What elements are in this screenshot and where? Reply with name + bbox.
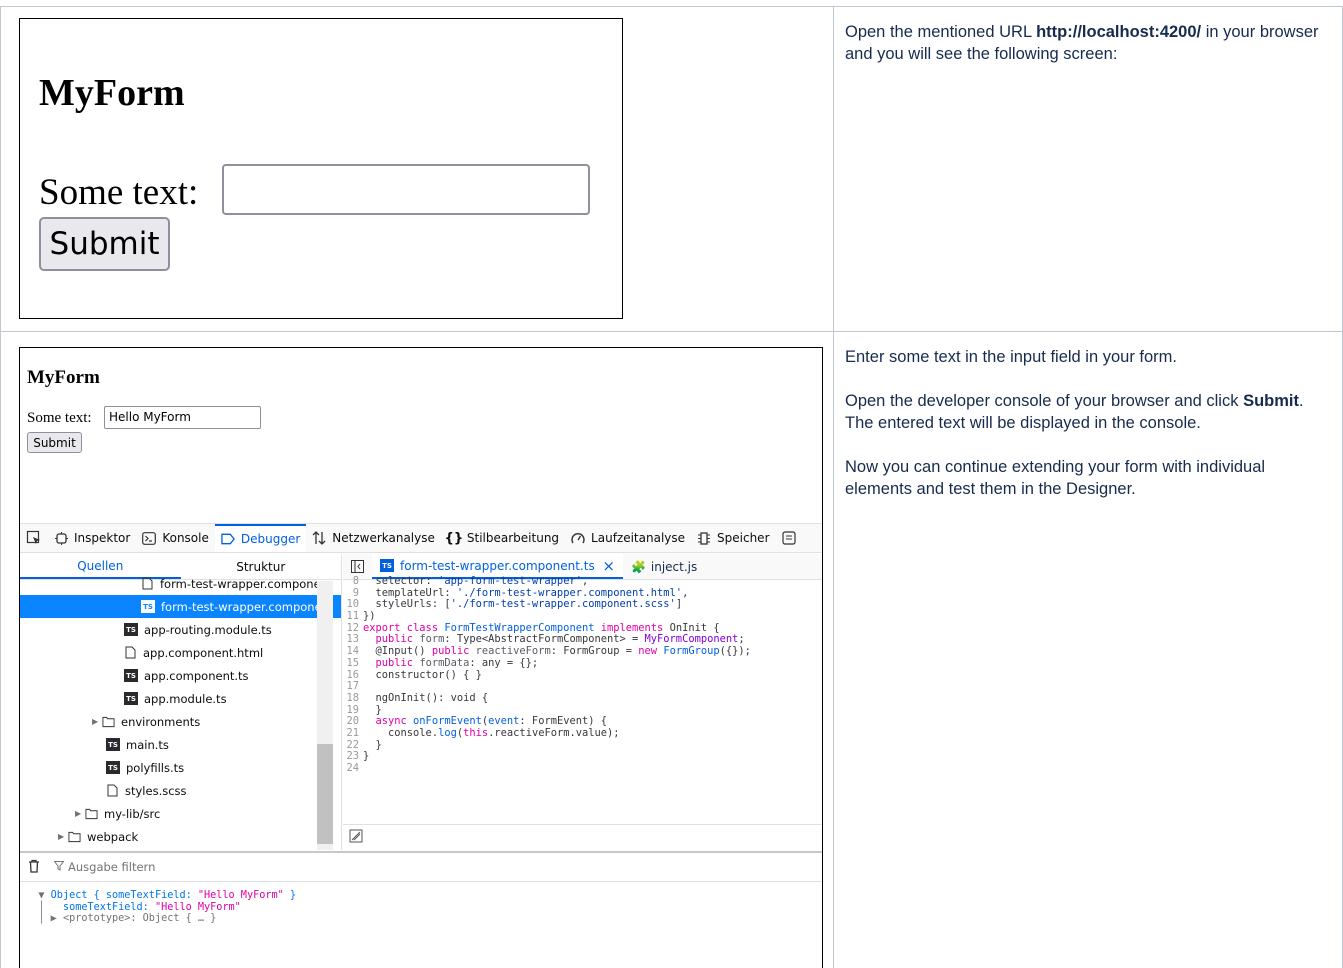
editor-footer	[343, 824, 822, 850]
console-log-prototype[interactable]: │ ▶ <prototype>: Object { … }	[20, 913, 822, 925]
console-panel: Ausgabe filtern ▼ Object { someTextField…	[20, 851, 822, 968]
instruction-paragraph-1: Enter some text in the input field in yo…	[845, 348, 1177, 366]
network-icon	[312, 531, 326, 545]
element-picker-icon[interactable]	[20, 524, 48, 552]
console-toolbar: Ausgabe filtern	[20, 853, 822, 882]
expand-arrow-icon[interactable]: ▶	[75, 809, 85, 818]
tab-inspektor[interactable]: Inspektor	[48, 524, 136, 552]
code-editor: TS form-test-wrapper.component.ts × 🧩 inje…	[343, 554, 822, 850]
tree-item[interactable]: TS main.ts	[20, 733, 341, 756]
typescript-file-icon: TS	[106, 738, 120, 751]
table-cell-instructions-1: Open the mentioned URL http://localhost:…	[833, 6, 1343, 332]
tab-debugger[interactable]: Debugger	[214, 524, 307, 552]
console-icon	[142, 531, 157, 545]
tree-item[interactable]: form-test-wrapper.componen	[20, 572, 341, 595]
tab-stilbearbeitung[interactable]: {} Stilbearbeitung	[441, 524, 565, 552]
tab-konsole[interactable]: Konsole	[136, 524, 215, 552]
tree-item[interactable]: app.component.html	[20, 641, 341, 664]
submit-button[interactable]: Submit	[27, 432, 82, 453]
tab-laufzeitanalyse[interactable]: Laufzeitanalyse	[565, 524, 691, 552]
vertical-scrollbar-thumb[interactable]	[317, 744, 333, 844]
more-tools-icon[interactable]	[776, 524, 802, 552]
console-log-line[interactable]: ▼ Object { someTextField: "Hello MyForm"…	[20, 890, 822, 902]
tree-item[interactable]: TS polyfills.ts	[20, 756, 341, 779]
code-lines: 8 selector: 'app-form-test-wrapper', 9 t…	[346, 575, 751, 774]
tree-item[interactable]: TS app.module.ts	[20, 687, 341, 710]
some-text-input[interactable]: Hello MyForm	[104, 406, 261, 429]
memory-icon	[697, 531, 711, 545]
tab-netzwerkanalyse[interactable]: Netzwerkanalyse	[306, 524, 441, 552]
file-icon	[106, 784, 119, 797]
table-cell-instructions-2: Enter some text in the input field in yo…	[833, 331, 1343, 968]
performance-icon	[571, 531, 585, 545]
submit-keyword: Submit	[1243, 392, 1299, 410]
typescript-file-icon: TS	[380, 559, 394, 572]
tree-item[interactable]: ▶ webpack	[20, 825, 341, 848]
some-text-label: Some text:	[27, 410, 92, 426]
file-icon	[141, 577, 154, 590]
some-text-label: Some text:	[39, 172, 199, 213]
filter-output-input[interactable]: Ausgabe filtern	[68, 860, 155, 874]
form-with-devtools-screenshot: MyForm Some text: Hello MyForm Submit In…	[19, 347, 823, 968]
some-text-input[interactable]	[222, 164, 590, 215]
instruction-paragraph-3: Now you can continue extending your form…	[845, 458, 1266, 498]
table-cell-screenshot-2: MyForm Some text: Hello MyForm Submit In…	[0, 331, 834, 968]
filter-icon	[53, 860, 65, 874]
style-editor-icon: {}	[444, 530, 464, 546]
expand-arrow-icon[interactable]: ▶	[58, 832, 68, 841]
instruction-paragraph-2: Open the developer console of your brows…	[845, 392, 1304, 432]
instruction-text-1: Open the mentioned URL http://localhost:…	[845, 23, 1319, 63]
typescript-file-icon: TS	[141, 600, 155, 613]
console-log-property: │ someTextField: "Hello MyForm"	[20, 901, 241, 913]
tree-item-selected[interactable]: TS form-test-wrapper.componen	[20, 595, 341, 618]
table-cell-screenshot-1: MyForm Some text: Submit	[0, 6, 834, 332]
typescript-file-icon: TS	[124, 623, 138, 636]
folder-icon	[102, 715, 115, 728]
tab-speicher[interactable]: Speicher	[691, 524, 775, 552]
console-output: ▼ Object { someTextField: "Hello MyForm"…	[20, 882, 822, 925]
folder-icon	[68, 830, 81, 843]
prettify-icon[interactable]	[349, 829, 363, 847]
trash-icon[interactable]	[28, 859, 40, 876]
typescript-file-icon: TS	[106, 761, 120, 774]
localhost-url: http://localhost:4200/	[1036, 23, 1202, 41]
tree-item[interactable]: TS app-routing.module.ts	[20, 618, 341, 641]
sources-pane: Quellen Struktur form-test-wrapper.compo…	[20, 554, 342, 850]
tree-item[interactable]: styles.scss	[20, 779, 341, 802]
form-screenshot-empty: MyForm Some text: Submit	[19, 18, 623, 319]
form-title: MyForm	[39, 72, 185, 114]
tree-item[interactable]: ▶ environments	[20, 710, 341, 733]
submit-button[interactable]: Submit	[39, 217, 170, 271]
tree-item[interactable]: TS app.component.ts	[20, 664, 341, 687]
devtools-panel: Inspektor Konsole Debugger Netzwerkanaly…	[20, 523, 822, 968]
devtools-toolbar: Inspektor Konsole Debugger Netzwerkanaly…	[20, 523, 822, 553]
expand-arrow-icon[interactable]: ▶	[92, 717, 102, 726]
typescript-file-icon: TS	[124, 669, 138, 682]
close-tab-icon[interactable]: ×	[602, 557, 615, 575]
puzzle-icon: 🧩	[630, 559, 646, 574]
file-icon	[124, 646, 137, 659]
typescript-file-icon: TS	[124, 692, 138, 705]
debugger-icon	[221, 532, 235, 546]
instruction-text-2: Enter some text in the input field in yo…	[834, 332, 1342, 500]
inspector-icon	[54, 531, 68, 545]
tree-item[interactable]: ▶ my-lib/src	[20, 802, 341, 825]
form-title: MyForm	[27, 367, 100, 388]
folder-icon	[85, 807, 98, 820]
